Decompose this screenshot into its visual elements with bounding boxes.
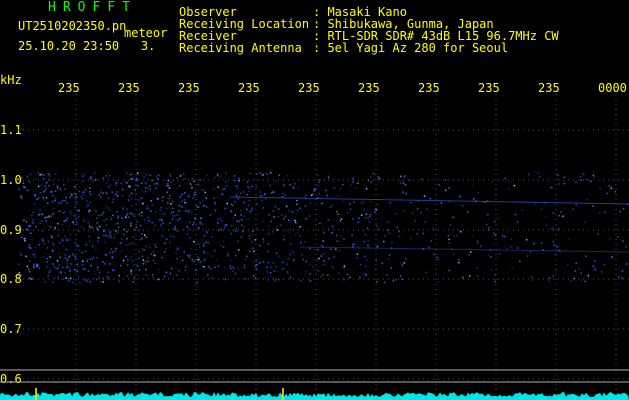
time-tick-label: 235 [358, 81, 380, 95]
timestamp: 25.10.20 23:50 3. [18, 40, 155, 52]
header: HROFFT UT2510202350.pn meteor 25.10.20 2… [0, 0, 629, 72]
time-tick-label: 235 [58, 81, 80, 95]
meteor-count: 3. [140, 39, 156, 53]
time-tick-label: 235 [478, 81, 500, 95]
time-tick-label: 235 [118, 81, 140, 95]
meteor-label: meteor [124, 26, 168, 40]
freq-unit-label: kHz [0, 73, 22, 87]
signal-trace [229, 196, 629, 205]
time-tick-label: 235 [238, 81, 260, 95]
time-tick-label: 235 [178, 81, 200, 95]
datetime-value: 25.10.20 23:50 [18, 39, 120, 53]
signal-noise [18, 172, 629, 284]
signal-trace [299, 246, 629, 253]
baseline-noise [0, 392, 629, 400]
app-brand: HROFFT [48, 0, 137, 15]
time-tick-label: 0000 [598, 81, 627, 95]
antenna-value: : 5el Yagi Az 280 for Seoul [313, 41, 509, 55]
file-name: UT2510202350.pn [18, 19, 127, 33]
time-tick-label: 235 [538, 81, 560, 95]
time-tick-label: 235 [298, 81, 320, 95]
antenna-key: Receiving Antenna [179, 41, 302, 55]
spectrogram: kHz 235 235 235 235 235 235 235 235 235 0000 1.1 1.0… [0, 72, 629, 400]
time-tick-label: 235 [418, 81, 440, 95]
spectrogram-canvas: kHz235 235 235 235 235 235 235 235 235 00001.11.0… [0, 73, 629, 400]
